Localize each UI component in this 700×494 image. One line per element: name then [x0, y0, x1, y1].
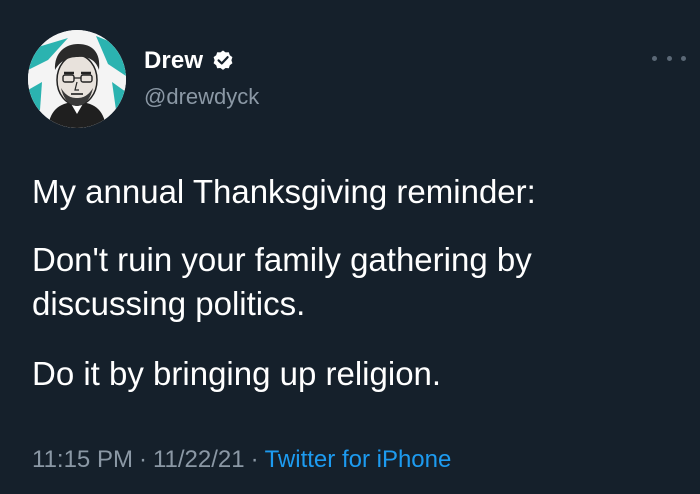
avatar[interactable]	[28, 30, 126, 128]
author-name[interactable]: Drew	[144, 47, 203, 75]
tweet-date[interactable]: 11/22/21	[153, 446, 245, 473]
tweet-paragraph: My annual Thanksgiving reminder:	[32, 173, 536, 210]
tweet-time[interactable]: 11:15 PM	[32, 446, 133, 473]
more-dot	[681, 55, 686, 61]
more-dot	[666, 55, 672, 61]
more-dot	[652, 55, 657, 61]
meta-separator: ·	[138, 446, 147, 473]
verified-badge-icon	[213, 50, 233, 70]
meta-separator: ·	[250, 446, 259, 473]
tweet-meta: 11:15 PM · 11/22/21 · Twitter for iPhone	[32, 446, 451, 474]
tweet-card: Drew @drewdyck My annual Thanksgiving re…	[0, 0, 700, 494]
tweet-paragraph: Don't ruin your family gathering by disc…	[32, 241, 532, 322]
author-handle[interactable]: @drewdyck	[144, 84, 259, 110]
tweet-paragraph: Do it by bringing up religion.	[32, 355, 442, 392]
more-options-icon[interactable]	[652, 50, 686, 66]
author-name-row: Drew	[144, 46, 235, 76]
avatar-illustration	[28, 30, 126, 128]
tweet-source-link[interactable]: Twitter for iPhone	[265, 446, 452, 473]
